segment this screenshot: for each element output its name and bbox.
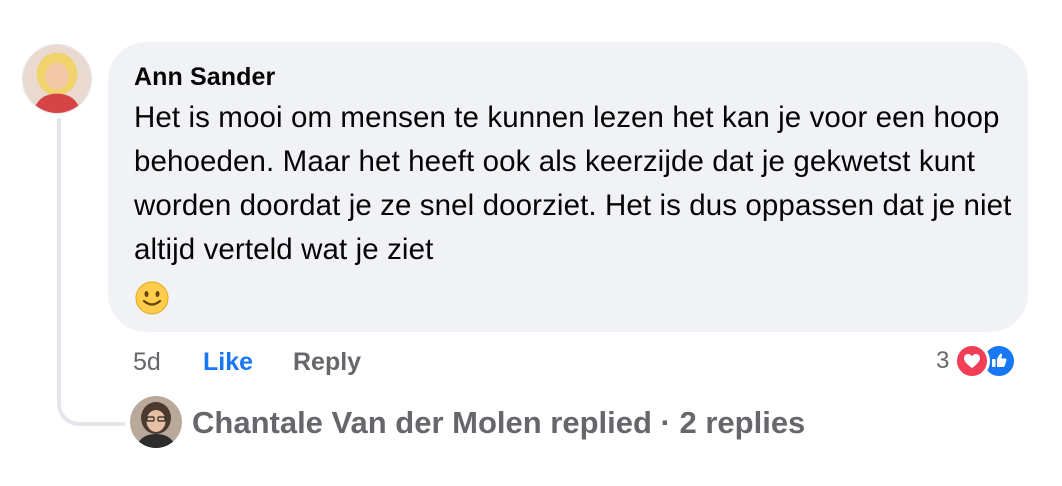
- reaction-summary[interactable]: 3: [936, 343, 1028, 379]
- love-reaction-icon: [954, 343, 990, 379]
- replies-summary[interactable]: Chantale Van der Molen replied · 2 repli…: [192, 404, 805, 442]
- like-button[interactable]: Like: [203, 346, 253, 378]
- reply-button[interactable]: Reply: [293, 346, 361, 378]
- comment-timestamp[interactable]: 5d: [133, 346, 161, 378]
- commenter-avatar[interactable]: [22, 44, 92, 114]
- profile-photo-icon: [130, 396, 182, 448]
- comment-bubble: Ann Sander Het is mooi om mensen te kunn…: [108, 42, 1028, 332]
- comment-text: Het is mooi om mensen te kunnen lezen he…: [134, 101, 1012, 266]
- slightly-smiling-face-icon: [135, 281, 169, 315]
- profile-photo-icon: [23, 45, 91, 113]
- replier-avatar: [130, 396, 182, 448]
- comment-author[interactable]: Ann Sander: [134, 62, 1002, 92]
- reaction-count: 3: [936, 347, 950, 374]
- view-replies-link[interactable]: Chantale Van der Molen replied · 2 repli…: [130, 396, 1030, 448]
